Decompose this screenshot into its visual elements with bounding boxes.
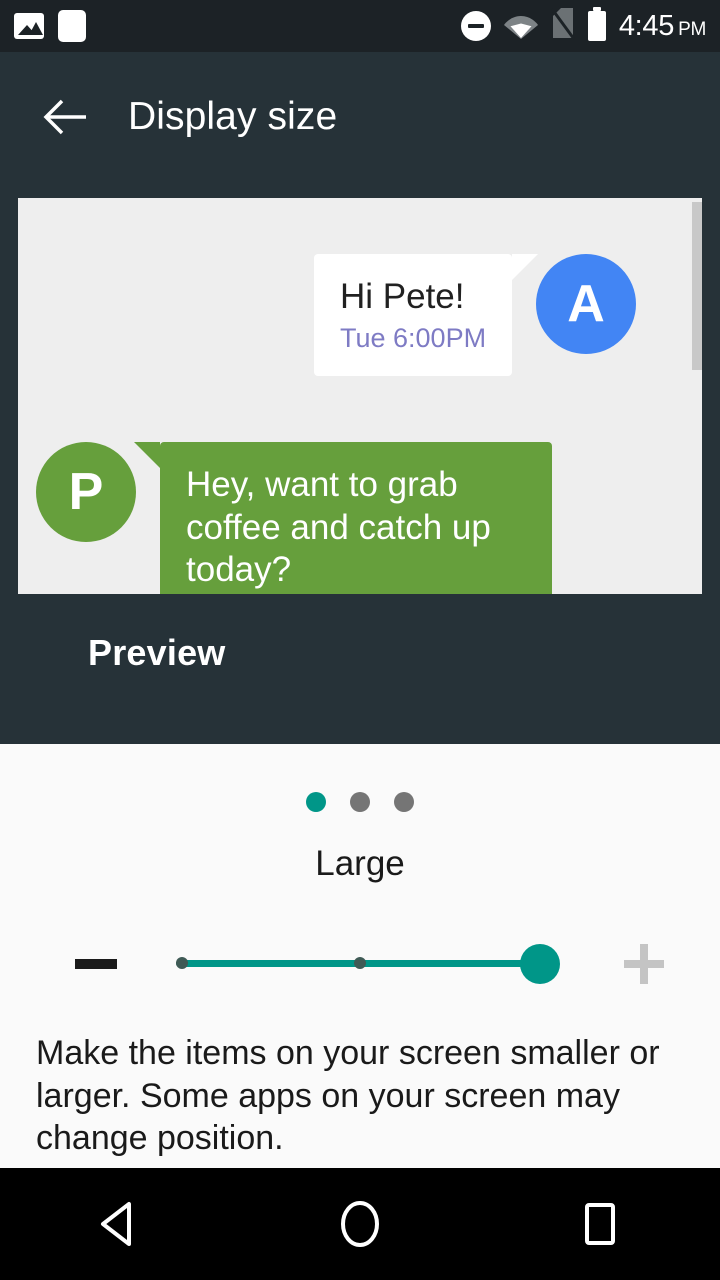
- step-dot-1: [306, 792, 326, 812]
- preview-card[interactable]: Hi Pete! Tue 6:00PM A P Hey, want to gra…: [18, 198, 702, 594]
- display-size-slider[interactable]: [176, 944, 560, 984]
- avatar: P: [36, 442, 136, 542]
- slider-tick-2: [354, 957, 366, 969]
- nav-home-button[interactable]: [300, 1168, 420, 1280]
- bubble-tail-icon: [134, 442, 160, 468]
- battery-icon: [587, 7, 606, 41]
- page-title: Display size: [128, 95, 338, 138]
- square-icon: [58, 10, 86, 42]
- back-arrow-icon: [43, 99, 86, 135]
- status-bar-clock: 4:45 PM: [619, 10, 706, 43]
- sim-card-off-icon: [550, 7, 576, 45]
- slider-thumb[interactable]: [520, 944, 560, 984]
- home-circle-icon: [341, 1201, 379, 1247]
- preview-section: Hi Pete! Tue 6:00PM A P Hey, want to gra…: [0, 182, 720, 744]
- message-timestamp: Tue 6:00PM: [340, 323, 487, 354]
- display-size-slider-row: [0, 930, 720, 1000]
- settings-section: Large Make the items on your screen smal…: [0, 744, 720, 1168]
- display-size-screen: 4:45 PM Display size Hi Pete! Tue 6:00PM: [0, 0, 720, 1280]
- clock-time: 4:45: [618, 9, 675, 42]
- status-bar: 4:45 PM: [0, 0, 720, 52]
- minus-icon: [75, 959, 117, 969]
- back-button[interactable]: [24, 75, 108, 159]
- plus-icon: [624, 944, 664, 984]
- navigation-bar: [0, 1168, 720, 1280]
- message-text: Hi Pete!: [340, 277, 465, 316]
- image-icon: [14, 13, 44, 39]
- decrease-size-button[interactable]: [56, 949, 136, 979]
- preview-message-incoming: P Hey, want to grab coffee and catch up …: [36, 442, 552, 594]
- back-triangle-icon: [101, 1202, 131, 1246]
- wifi-icon: [503, 13, 538, 39]
- avatar: A: [536, 254, 637, 354]
- message-bubble-incoming: Hey, want to grab coffee and catch up to…: [134, 442, 552, 594]
- recents-square-icon: [585, 1203, 615, 1245]
- message-text: Hey, want to grab coffee and catch up to…: [186, 465, 491, 590]
- preview-scrollbar[interactable]: [692, 202, 702, 370]
- status-bar-notifications: [14, 10, 86, 42]
- message-bubble-outgoing: Hi Pete! Tue 6:00PM: [314, 254, 539, 377]
- clock-ampm: PM: [678, 18, 706, 40]
- increase-size-button[interactable]: [614, 934, 674, 994]
- current-size-label: Large: [315, 844, 405, 883]
- nav-back-button[interactable]: [60, 1168, 180, 1280]
- preview-message-outgoing: Hi Pete! Tue 6:00PM A: [314, 254, 637, 377]
- status-bar-system-icons: 4:45 PM: [460, 7, 706, 45]
- bubble-tail-icon: [512, 254, 539, 280]
- do-not-disturb-icon: [460, 11, 491, 41]
- slider-tick-1: [176, 957, 188, 969]
- nav-recents-button[interactable]: [540, 1168, 660, 1280]
- step-dot-2: [350, 792, 370, 812]
- description-text: Make the items on your screen smaller or…: [36, 1034, 660, 1157]
- size-step-indicator: [0, 744, 720, 812]
- step-dot-3: [394, 792, 414, 812]
- app-bar: Display size: [0, 52, 720, 182]
- preview-label: Preview: [88, 632, 226, 673]
